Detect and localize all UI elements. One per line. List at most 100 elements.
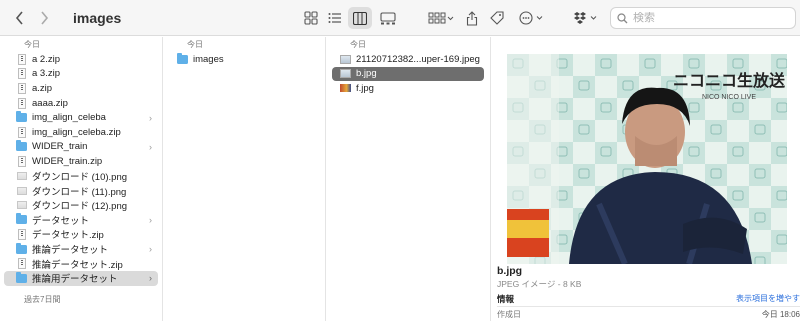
list-view-icon [328, 13, 341, 23]
item-label: images [193, 53, 224, 65]
item-label: img_align_celeba [32, 112, 106, 124]
item-label: ダウンロード (11).png [32, 186, 127, 198]
file-item[interactable]: WIDER_train.zip [4, 154, 158, 169]
file-icon [340, 54, 351, 65]
folder-icon [16, 242, 27, 255]
tag-button[interactable] [488, 7, 506, 29]
file-item[interactable]: ダウンロード (12).png [4, 198, 158, 213]
file-item[interactable]: ダウンロード (10).png [4, 169, 158, 184]
forward-button[interactable] [33, 7, 55, 29]
item-label: aaaa.zip [32, 97, 68, 109]
folder-item[interactable]: 推論データセット › [4, 242, 158, 257]
item-label: 21120712382...uper-169.jpeg [356, 53, 480, 65]
dropbox-button[interactable] [572, 7, 600, 29]
file-icon [16, 200, 27, 211]
folder-item[interactable]: 推論用データセット › [4, 270, 158, 286]
item-label: a 3.zip [32, 68, 60, 80]
item-label: a 2.zip [32, 53, 60, 65]
file-item[interactable]: ダウンロード (11).png [4, 183, 158, 198]
folder-item[interactable]: img_align_celeba › [4, 110, 158, 125]
back-icon [15, 10, 23, 25]
share-button[interactable] [464, 7, 480, 29]
item-label: WIDER_train.zip [32, 155, 103, 167]
info-header: 情報 [497, 294, 515, 304]
file-item[interactable]: データセット.zip [4, 227, 158, 242]
search-field[interactable] [610, 7, 796, 29]
chevron-right-icon: › [149, 112, 152, 123]
column-view-icon [353, 11, 367, 25]
divider [497, 306, 800, 307]
file-item[interactable]: 21120712382...uper-169.jpeg [332, 52, 484, 67]
file-icon [340, 83, 351, 94]
section-header-today: 今日 [187, 40, 203, 49]
tag-icon [490, 11, 504, 25]
group-button[interactable] [426, 7, 456, 29]
search-icon [617, 12, 628, 23]
show-more-link[interactable]: 表示項目を増やす [736, 293, 800, 304]
file-icon [16, 126, 27, 138]
file-icon [16, 68, 27, 80]
item-label: ダウンロード (10).png [32, 172, 128, 184]
preview-filetype: JPEG イメージ - 8 KB [497, 279, 582, 289]
banner-subtext: NICO NICO LIVE [702, 94, 756, 101]
preview-filename: b.jpg [497, 265, 523, 277]
icon-view-button[interactable] [302, 7, 320, 29]
item-label: a.zip [32, 82, 53, 94]
window-title: images [73, 9, 122, 26]
section-header-recent: 過去7日間 [24, 294, 61, 304]
section-header-today: 今日 [24, 40, 40, 49]
folder-item[interactable]: images [169, 52, 319, 67]
folder-item[interactable]: データセット › [4, 213, 158, 228]
item-label: 推論データセット [32, 245, 109, 257]
back-button[interactable] [9, 7, 31, 29]
dropbox-icon [574, 12, 597, 24]
folder-icon [16, 111, 27, 123]
more-button[interactable] [518, 7, 546, 29]
chevron-right-icon: › [149, 141, 152, 152]
file-item[interactable]: 推論データセット.zip [4, 256, 158, 271]
folder-icon [16, 271, 27, 284]
item-label: f.jpg [356, 82, 374, 94]
gallery-view-button[interactable] [378, 7, 398, 29]
file-icon [16, 171, 27, 182]
more-icon [519, 11, 543, 25]
section-header-today: 今日 [350, 40, 366, 49]
toolbar: images [0, 0, 800, 36]
file-icon [16, 53, 27, 65]
share-icon [466, 10, 478, 26]
chevron-right-icon: › [149, 244, 152, 255]
list-view-button[interactable] [326, 7, 344, 29]
folder-icon [177, 52, 188, 65]
folder-icon [16, 213, 27, 225]
file-item[interactable]: a.zip [4, 81, 158, 96]
created-value: 今日 18:06 [761, 310, 800, 319]
item-label: 推論用データセット [32, 274, 118, 286]
preview-image: ニコニコ生放送 NICO NICO LIVE [507, 54, 787, 264]
file-item[interactable]: b.jpg [332, 66, 484, 82]
column-parent: 今日 a 2.zip a 3.zip a.zip aaaa.zip img_align_… [0, 37, 163, 321]
folder-icon [16, 140, 27, 152]
created-label: 作成日 [497, 310, 521, 319]
item-label: データセット.zip [32, 230, 104, 242]
preview-pane: ニコニコ生放送 NICO NICO LIVE b.jpg JPEG イメージ -… [492, 37, 800, 321]
banner-text: ニコニコ生放送 [673, 71, 786, 90]
item-label: b.jpg [356, 68, 377, 80]
item-label: ダウンロード (12).png [32, 201, 128, 213]
file-icon [16, 82, 27, 94]
file-item[interactable]: aaaa.zip [4, 96, 158, 111]
file-item[interactable]: f.jpg [332, 81, 484, 96]
folder-item[interactable]: WIDER_train › [4, 140, 158, 155]
finder-window: images 検索 今日 a 2.zip a 3.zip a.zip aaaa.… [0, 0, 800, 321]
group-icon [428, 12, 454, 24]
chevron-right-icon: › [149, 214, 152, 225]
column-view-button[interactable] [348, 7, 372, 29]
search-input[interactable] [633, 12, 783, 24]
column-images-parent: 今日 images [163, 37, 326, 321]
file-item[interactable]: a 2.zip [4, 52, 158, 67]
file-icon [16, 258, 27, 270]
item-label: データセット [32, 215, 90, 227]
file-item[interactable]: img_align_celeba.zip [4, 125, 158, 140]
file-icon [16, 185, 27, 196]
file-item[interactable]: a 3.zip [4, 67, 158, 82]
file-icon [340, 68, 351, 79]
